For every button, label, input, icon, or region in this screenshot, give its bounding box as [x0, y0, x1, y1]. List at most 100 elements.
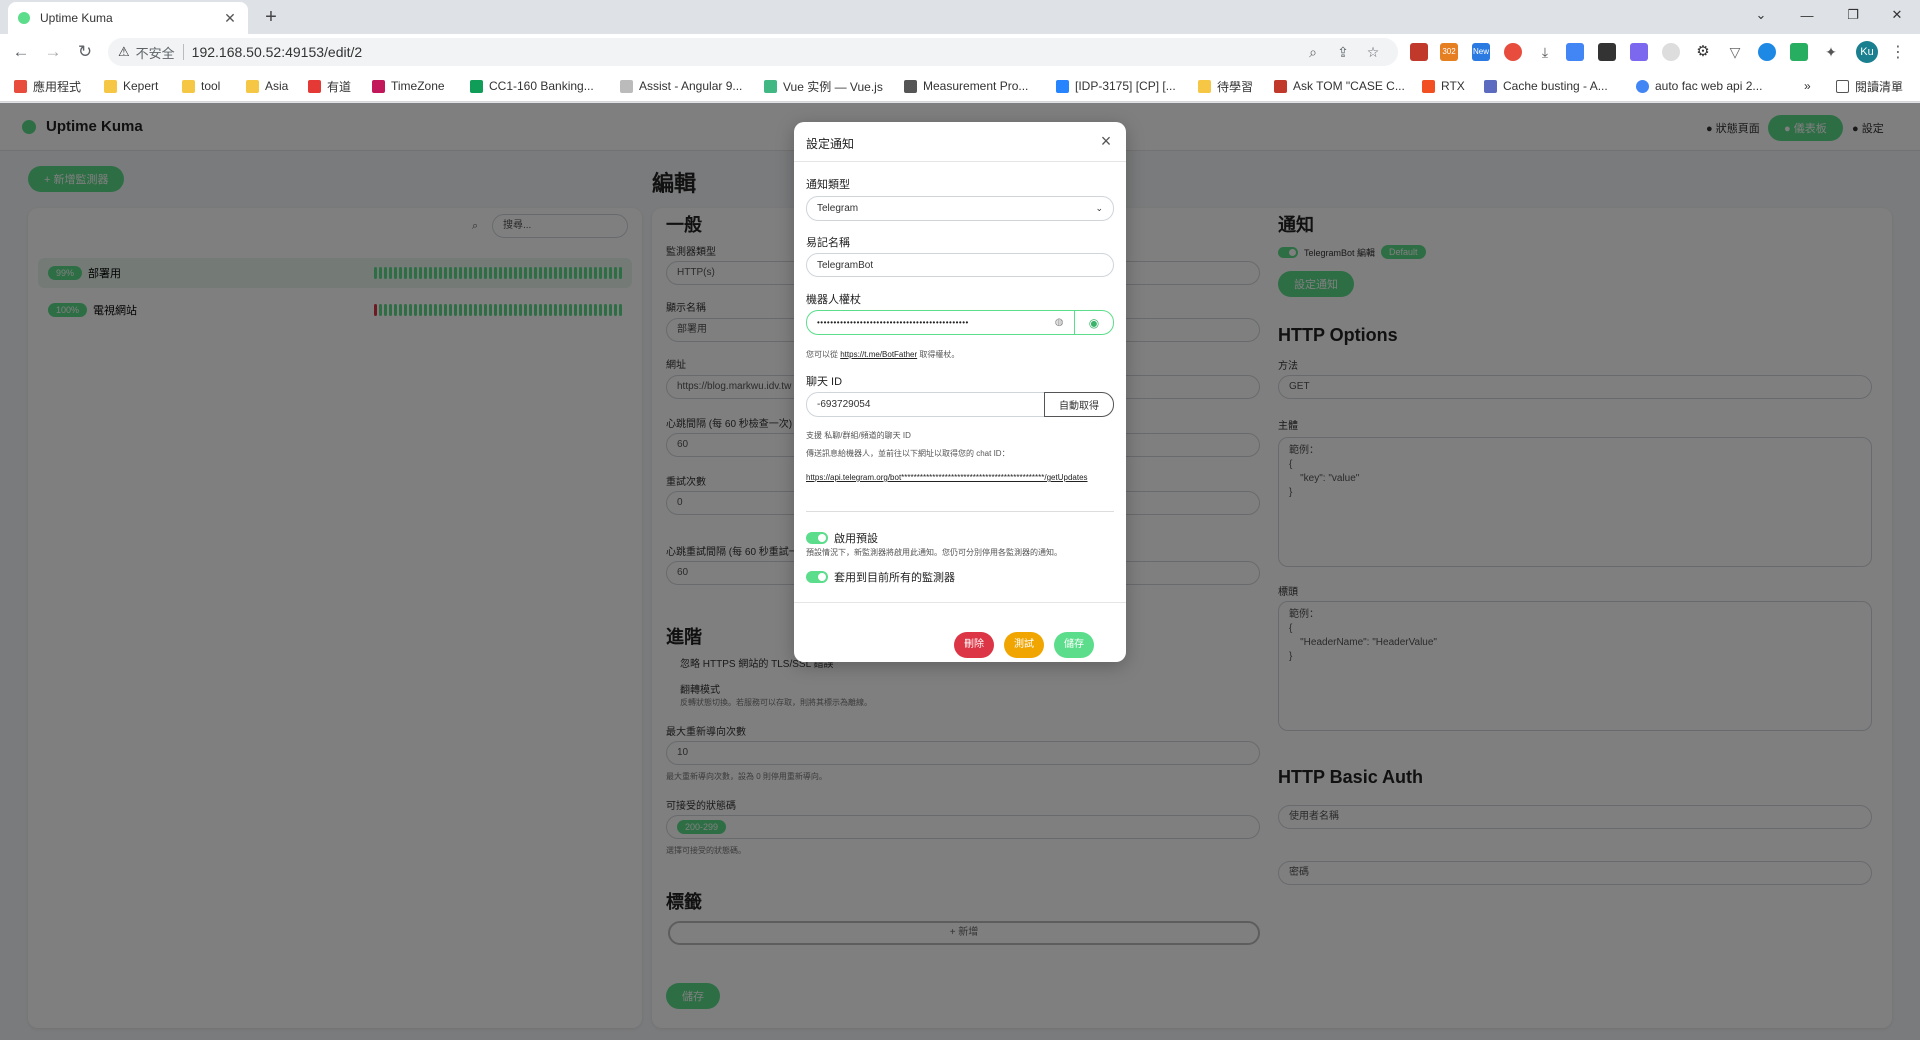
grey-extension-icon[interactable]	[1662, 43, 1680, 61]
bookmark-study[interactable]: 待學習	[1198, 78, 1253, 94]
friendly-name-field[interactable]	[806, 253, 1114, 277]
reading-list-icon	[1836, 79, 1849, 93]
chat-id-group: -693729054 自動取得	[806, 392, 1114, 417]
bookmark-star-icon[interactable]: ☆	[1358, 44, 1388, 61]
bot-token-label: 機器人權杖	[806, 294, 861, 306]
chat-id-help: 支援 私聊/群組/頻道的聊天 ID	[806, 431, 911, 440]
back-arrow-icon[interactable]: ←	[10, 41, 32, 63]
reload-icon[interactable]: ↻	[74, 41, 96, 63]
folder-icon	[246, 79, 259, 93]
bookmark-apps[interactable]: 應用程式	[14, 78, 81, 94]
download-icon[interactable]: ⤓	[1536, 43, 1554, 61]
zoom-icon[interactable]: ⌕	[1298, 44, 1328, 61]
vue-extension-icon[interactable]: ▽	[1726, 43, 1744, 61]
bookmark-cc1[interactable]: CC1-160 Banking...	[470, 78, 594, 94]
chat-id-help-2: 傳送訊息給機器人，並前往以下網址以取得您的 chat ID：	[806, 449, 1010, 458]
default-enabled-help: 預設情況下，新監測器將啟用此通知。您仍可分別停用各監測器的通知。	[806, 548, 1062, 557]
bookmark-asia[interactable]: Asia	[246, 78, 288, 94]
address-bar[interactable]: ⚠ 不安全 192.168.50.52:49153/edit/2 ⌕ ⇪ ☆	[108, 38, 1398, 66]
notification-dialog: 設定通知 × 通知類型 Telegram ⌄ 易記名稱 機器人權杖 ••••••…	[794, 122, 1126, 662]
red-extension-icon[interactable]	[1504, 43, 1522, 61]
bookmark-autofac[interactable]: auto fac web api 2...	[1636, 78, 1762, 94]
new-extension-icon[interactable]: New	[1472, 43, 1490, 61]
show-token-button[interactable]: ◉	[1074, 310, 1114, 335]
bookmark-youdao[interactable]: 有道	[308, 78, 351, 94]
address-separator	[182, 44, 184, 60]
page-icon	[620, 79, 633, 93]
profile-avatar[interactable]: Ku	[1856, 41, 1878, 63]
bookmarks-more[interactable]: »	[1804, 78, 1811, 94]
bookmark-assist[interactable]: Assist - Angular 9...	[620, 78, 742, 94]
flag-extension-icon[interactable]	[1410, 43, 1428, 61]
delete-button[interactable]: 刪除	[954, 632, 994, 658]
tab-close-icon[interactable]: ✕	[222, 10, 238, 27]
notification-type-label: 通知類型	[806, 179, 850, 191]
bookmark-measurement[interactable]: Measurement Pro...	[904, 78, 1028, 94]
bookmark-vue[interactable]: Vue 实例 — Vue.js	[764, 78, 883, 94]
forward-arrow-icon[interactable]: →	[42, 41, 64, 63]
eye-icon: ◉	[1088, 315, 1100, 330]
friendly-name-label: 易記名稱	[806, 237, 850, 249]
dialog-header: 設定通知 ×	[794, 122, 1126, 162]
test-button[interactable]: 測試	[1004, 632, 1044, 658]
new-tab-button[interactable]: +	[260, 6, 282, 28]
auto-get-button[interactable]: 自動取得	[1044, 392, 1114, 417]
browser-tab[interactable]: Uptime Kuma ✕	[8, 2, 248, 34]
microsoft-icon	[1422, 79, 1435, 93]
bookmark-idp[interactable]: [IDP-3175] [CP] [...	[1056, 78, 1176, 94]
share-icon[interactable]: ⇪	[1328, 44, 1358, 61]
minimize-button[interactable]: —	[1784, 0, 1830, 30]
botfather-link[interactable]: https://t.me/BotFather	[840, 350, 917, 359]
chevron-down-icon: ⌄	[1095, 203, 1103, 213]
bookmark-tool[interactable]: tool	[182, 78, 220, 94]
default-enabled-toggle-row[interactable]: 啟用預設	[806, 530, 878, 546]
oracle-icon	[1274, 79, 1287, 93]
dark-extension-icon[interactable]	[1598, 43, 1616, 61]
jira-icon	[1056, 79, 1069, 93]
green-extension-icon[interactable]	[1790, 43, 1808, 61]
blue-extension-icon[interactable]	[1758, 43, 1776, 61]
bookmarks-bar: 應用程式 Kepert tool Asia 有道 TimeZone CC1-16…	[0, 70, 1920, 102]
bookmark-asktom[interactable]: Ask TOM "CASE C...	[1274, 78, 1405, 94]
notification-type-select[interactable]: Telegram ⌄	[806, 196, 1114, 221]
warning-icon[interactable]: ⚠	[118, 44, 130, 60]
timezone-icon	[372, 79, 385, 93]
default-enabled-switch[interactable]	[806, 532, 828, 544]
browser-menu-icon[interactable]: ⋮	[1890, 42, 1906, 62]
translate-extension-icon[interactable]	[1566, 43, 1584, 61]
color-extension-icon[interactable]	[1630, 43, 1648, 61]
bookmark-rtx[interactable]: RTX	[1422, 78, 1465, 94]
bookmark-kepert[interactable]: Kepert	[104, 78, 158, 94]
tab-search-icon[interactable]: ⌄	[1738, 0, 1784, 30]
close-icon[interactable]: ×	[1096, 131, 1116, 151]
bot-token-field[interactable]: ••••••••••••••••••••••••••••••••••••••••…	[806, 310, 1074, 335]
gear-extension-icon[interactable]: ⚙	[1694, 43, 1712, 61]
bookmark-cache[interactable]: Cache busting - A...	[1484, 78, 1608, 94]
save-button[interactable]: 儲存	[1054, 632, 1094, 658]
reading-list[interactable]: 閱讀清單	[1836, 78, 1903, 94]
folder-icon	[182, 79, 195, 93]
tab-title: Uptime Kuma	[40, 11, 113, 25]
browser-toolbar: ← → ↻ ⚠ 不安全 192.168.50.52:49153/edit/2 ⌕…	[0, 34, 1920, 70]
uptime-kuma-favicon-icon	[18, 12, 30, 24]
puzzle-extensions-icon[interactable]: ✦	[1822, 43, 1840, 61]
folder-icon	[1198, 79, 1211, 93]
chat-id-field[interactable]: -693729054	[806, 392, 1044, 417]
apply-existing-toggle-row[interactable]: 套用到目前所有的監測器	[806, 569, 955, 585]
token-help-text: 您可以從 https://t.me/BotFather 取得權杖。	[806, 350, 960, 359]
bookmark-timezone[interactable]: TimeZone	[372, 78, 445, 94]
security-label[interactable]: 不安全	[136, 43, 175, 62]
dialog-title: 設定通知	[806, 137, 855, 151]
vue-icon	[764, 79, 777, 93]
restore-button[interactable]: ❐	[1830, 0, 1876, 30]
get-updates-link[interactable]: https://api.telegram.org/bot************…	[806, 472, 1114, 484]
dialog-footer: 刪除 測試 儲存	[794, 602, 1126, 662]
browser-tabbar: Uptime Kuma ✕ + ⌄ — ❐ ✕	[0, 0, 1920, 34]
apply-existing-switch[interactable]	[806, 571, 828, 583]
apply-existing-label: 套用到目前所有的監測器	[834, 572, 955, 584]
close-window-button[interactable]: ✕	[1874, 0, 1920, 30]
apps-grid-icon	[14, 79, 27, 93]
selected-type: Telegram	[817, 203, 859, 214]
redirect-extension-icon[interactable]: 302	[1440, 43, 1458, 61]
url-text[interactable]: 192.168.50.52:49153/edit/2	[192, 44, 1298, 60]
